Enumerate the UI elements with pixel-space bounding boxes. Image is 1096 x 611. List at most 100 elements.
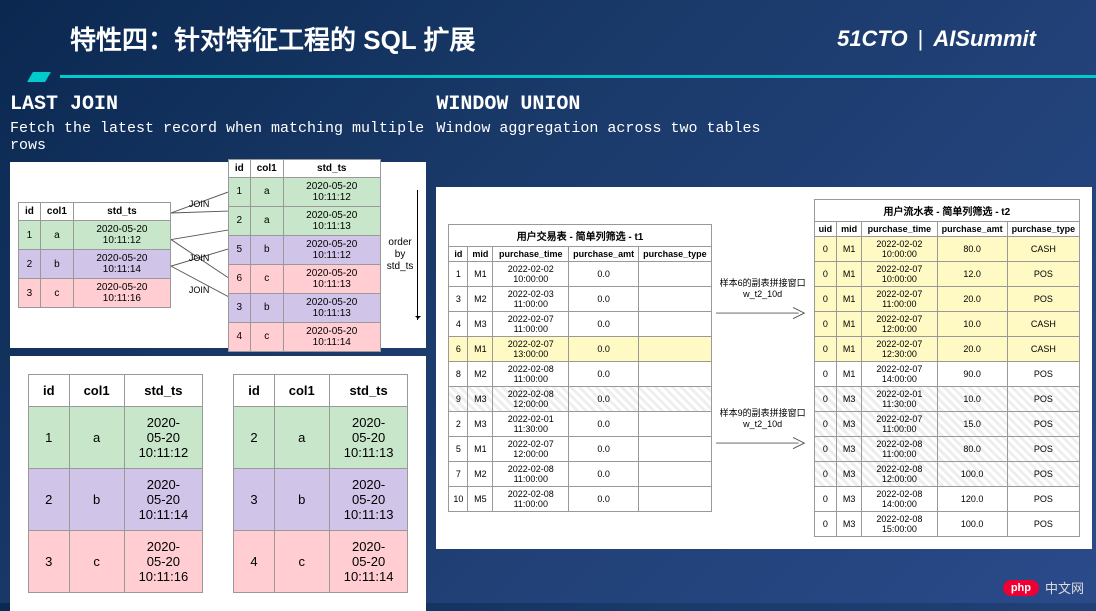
table-cell: 0.0 (569, 412, 639, 437)
table-cell: M2 (468, 362, 493, 387)
table-cell: 2020-05-20 10:11:12 (283, 235, 380, 264)
table-cell: 3 (29, 531, 70, 593)
join-label-2: JOIN (189, 253, 210, 263)
table-cell: 2020-05-20 10:11:13 (329, 469, 408, 531)
wu-mid-top: 样本6的副表拼接窗口w_t2_10d (716, 276, 810, 329)
table-cell: M2 (468, 287, 493, 312)
table-cell: 0.0 (569, 287, 639, 312)
table-cell: M1 (837, 362, 862, 387)
table-cell: 0 (814, 262, 837, 287)
table-row: 2a2020-05-20 10:11:13 (234, 407, 408, 469)
table-row: 2b2020-05-20 10:11:14 (29, 469, 203, 531)
table-row: 0M32022-02-01 11:30:0010.0POS (814, 387, 1080, 412)
table-cell: 2022-02-07 13:00:00 (493, 337, 569, 362)
table-cell: 8 (449, 362, 468, 387)
table-cell: 0 (814, 337, 837, 362)
table-cell: 2022-02-07 12:30:00 (862, 337, 937, 362)
table-cell (639, 412, 712, 437)
table-cell: 120.0 (937, 487, 1007, 512)
wu-source-wrap: 用户交易表 - 简单列筛选 - t1 idmidpurchase_timepur… (448, 224, 711, 512)
table-cell: 80.0 (937, 237, 1007, 262)
table-cell: c (250, 264, 283, 293)
table-row: 5M12022-02-07 12:00:000.0 (449, 437, 711, 462)
watermark-text: 中文网 (1045, 578, 1084, 597)
table-cell: CASH (1007, 312, 1080, 337)
table-cell: 7 (449, 462, 468, 487)
table-header: purchase_type (1007, 222, 1080, 237)
table-cell: 0 (814, 512, 837, 537)
table-header: mid (837, 222, 862, 237)
table-cell: 3 (449, 287, 468, 312)
table-cell: 0.0 (569, 262, 639, 287)
table-cell: b (250, 235, 283, 264)
table-cell: 10.0 (937, 387, 1007, 412)
table-cell: b (69, 469, 124, 531)
table-cell (639, 387, 712, 412)
table-cell: a (274, 407, 329, 469)
table-cell: 2 (449, 412, 468, 437)
table-cell: CASH (1007, 337, 1080, 362)
table-cell: 0 (814, 412, 837, 437)
table-cell: M3 (837, 512, 862, 537)
left-column: LAST JOIN Fetch the latest record when m… (10, 93, 426, 611)
table-cell (639, 487, 712, 512)
table-cell: POS (1007, 412, 1080, 437)
join-lines: JOIN JOIN JOIN (171, 175, 228, 335)
table-cell (639, 312, 712, 337)
table-cell: M3 (837, 412, 862, 437)
right-column: WINDOW UNION Window aggregation across t… (436, 93, 1092, 611)
table-cell: 2 (234, 407, 275, 469)
table-cell: 2022-02-07 10:00:00 (862, 262, 937, 287)
table-cell: 2020-05-20 10:11:14 (73, 250, 170, 279)
table-row: 0M32022-02-08 15:00:00100.0POS (814, 512, 1080, 537)
table-cell: c (69, 531, 124, 593)
table-row: 0M32022-02-08 14:00:00120.0POS (814, 487, 1080, 512)
table-cell: 1 (19, 221, 41, 250)
table-header: purchase_time (493, 247, 569, 262)
table-cell: 0.0 (569, 312, 639, 337)
table-cell (639, 437, 712, 462)
table-row: 6c2020-05-20 10:11:13 (228, 264, 380, 293)
table-cell: 80.0 (937, 437, 1007, 462)
table-cell: 4 (234, 531, 275, 593)
table-header: purchase_type (639, 247, 712, 262)
table-cell: 0 (814, 487, 837, 512)
table-row: 1a2020-05-20 10:11:12 (29, 407, 203, 469)
table-cell: 100.0 (937, 462, 1007, 487)
table-cell: M1 (468, 437, 493, 462)
table-cell: M3 (837, 462, 862, 487)
wu-mid-bot-label: 样本9的副表拼接窗口w_t2_10d (716, 406, 810, 429)
table-row: 3b2020-05-20 10:11:13 (228, 293, 380, 322)
table-header: purchase_time (862, 222, 937, 237)
table-cell: c (250, 322, 283, 351)
wu-source-table: idmidpurchase_timepurchase_amtpurchase_t… (448, 246, 711, 512)
table-row: 0M12022-02-07 11:00:0020.0POS (814, 287, 1080, 312)
table-cell: 1 (29, 407, 70, 469)
table-cell: a (250, 177, 283, 206)
table-cell: M2 (468, 462, 493, 487)
table-row: 4c2020-05-20 10:11:14 (234, 531, 408, 593)
table-cell: 0.0 (569, 437, 639, 462)
wu-dst-caption: 用户流水表 - 简单列筛选 - t2 (814, 199, 1081, 221)
table-row: 1a2020-05-20 10:11:12 (228, 177, 380, 206)
page-title: 特性四：针对特征工程的 SQL 扩展 (70, 20, 475, 57)
table-row: 0M32022-02-08 12:00:00100.0POS (814, 462, 1080, 487)
table-cell: 2022-02-03 11:00:00 (493, 287, 569, 312)
table-cell: 5 (449, 437, 468, 462)
table-cell: M1 (837, 287, 862, 312)
table-cell: b (40, 250, 73, 279)
table-cell: POS (1007, 512, 1080, 537)
table-cell: 3 (234, 469, 275, 531)
table-cell: 2020-05-20 10:11:16 (73, 279, 170, 308)
table-cell: a (40, 221, 73, 250)
table-cell: 12.0 (937, 262, 1007, 287)
table-header: std_ts (124, 375, 203, 407)
table-cell: 4 (228, 322, 250, 351)
lastjoin-source-table: idcol1std_ts1a2020-05-20 10:11:122b2020-… (18, 202, 171, 308)
table-cell: 2020-05-20 10:11:12 (124, 407, 203, 469)
table-cell: 100.0 (937, 512, 1007, 537)
table-row: 7M22022-02-08 11:00:000.0 (449, 462, 711, 487)
wu-mid-top-label: 样本6的副表拼接窗口w_t2_10d (716, 276, 810, 299)
table-header: purchase_amt (937, 222, 1007, 237)
wu-target-table: uidmidpurchase_timepurchase_amtpurchase_… (814, 221, 1081, 537)
